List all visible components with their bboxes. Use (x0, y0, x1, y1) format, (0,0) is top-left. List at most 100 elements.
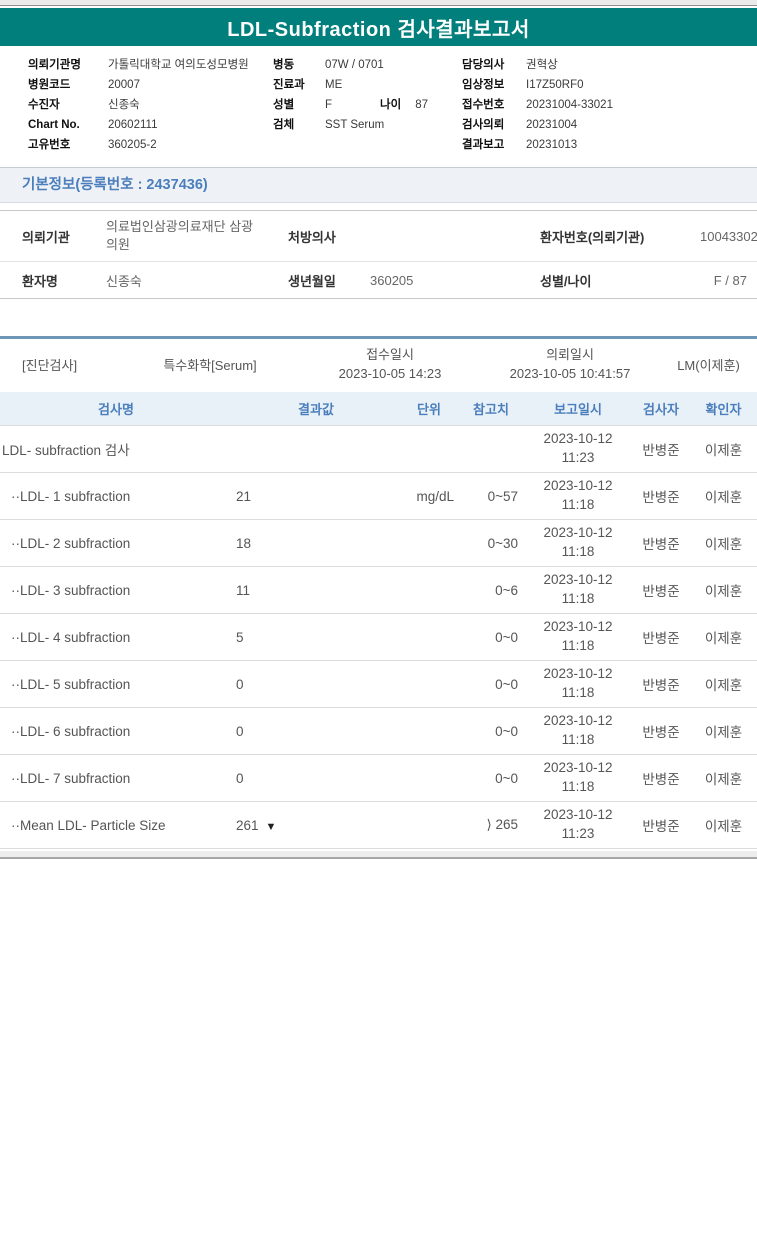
field-label: 성별/나이 (540, 273, 592, 289)
result-value-cell: 5 (232, 630, 400, 645)
test-name: ··LDL- 6 subfraction (11, 723, 131, 739)
column-header-report-date: 보고일시 (554, 402, 602, 417)
result-row: ··Mean LDL- Particle Size 261 ▼ ⟩ 265 202… (0, 802, 757, 849)
field-label: 병동 (273, 59, 295, 71)
field-label: 임상정보 (462, 79, 505, 91)
tester-name: 반병준 (642, 631, 680, 646)
report-date: 2023-10-12 (543, 572, 613, 588)
result-value-cell: 0 (232, 724, 400, 739)
result-row: LDL- subfraction 검사 2023-10-12 11:23 반병준… (0, 426, 757, 473)
field-value: 의료법인삼광의료재단 삼광의원 (106, 219, 254, 252)
patient-header-left-column: 의뢰기관명 가톨릭대학교 여의도성모병원 병원코드 20007 수진자 신종숙 Chart … (28, 55, 249, 155)
patient-header-field: 임상정보 I17Z50RF0 (462, 75, 613, 95)
field-label: 의뢰기관명 (28, 59, 81, 71)
reference-range: 0~57 (487, 488, 518, 504)
test-name: ··LDL- 5 subfraction (11, 676, 131, 692)
tester-name: 반병준 (642, 678, 680, 693)
verifier-name: 이제훈 (704, 631, 743, 646)
results-table-body: LDL- subfraction 검사 2023-10-12 11:23 반병준… (0, 426, 757, 849)
report-time: 11:18 (561, 591, 595, 606)
report-date: 2023-10-12 (543, 713, 613, 729)
result-value: 5 (236, 629, 244, 645)
patient-header-field: 고유번호 360205-2 (28, 135, 249, 155)
report-datetime: 2023-10-12 11:23 (524, 806, 632, 844)
field-value: 신종숙 (108, 99, 140, 111)
reference-range: 0~0 (495, 723, 518, 739)
field-label: 검사의뢰 (462, 119, 505, 131)
reference-range: ⟩ 265 (486, 817, 518, 832)
field-value: SST Serum (325, 119, 385, 131)
tester-name: 반병준 (642, 819, 680, 834)
column-header-result: 결과값 (298, 402, 334, 417)
requested-datetime-block: 의뢰일시 2023-10-05 10:41:57 (480, 345, 660, 384)
requested-label: 의뢰일시 (546, 346, 594, 362)
column-header-verifier: 확인자 (705, 402, 742, 417)
tester-name: 반병준 (642, 772, 680, 787)
result-value: 0 (236, 723, 244, 739)
result-value: 0 (236, 770, 244, 786)
result-value: 11 (236, 582, 251, 598)
verifier-name: 이제훈 (704, 584, 743, 599)
field-label: 생년월일 (288, 273, 336, 289)
report-date: 2023-10-12 (543, 431, 613, 447)
tester-name: 반병준 (642, 584, 680, 599)
field-value: 20231013 (526, 139, 578, 151)
tester-name: 반병준 (642, 725, 680, 740)
report-page: LDL-Subfraction 검사결과보고서 의뢰기관명 가톨릭대학교 여의도성… (0, 0, 757, 1240)
result-row: ··LDL- 1 subfraction 21 mg/dL 0~57 2023-… (0, 473, 757, 520)
field-label: 환자명 (22, 273, 58, 289)
test-name: LDL- subfraction 검사 (2, 443, 130, 458)
field-value: 360205 (370, 272, 414, 288)
report-time: 11:18 (561, 497, 595, 512)
report-datetime: 2023-10-12 11:18 (524, 477, 632, 515)
field-label: 수진자 (28, 99, 60, 111)
field-value: 100433021 (700, 228, 757, 244)
report-title: LDL-Subfraction 검사결과보고서 (227, 18, 530, 41)
verifier-name: 이제훈 (704, 819, 743, 834)
field-value: 20231004-33021 (526, 99, 613, 111)
field-value: 07W / 0701 (325, 59, 384, 71)
result-row: ··LDL- 5 subfraction 0 0~0 2023-10-12 11… (0, 661, 757, 708)
result-value-cell (232, 442, 400, 457)
result-row: ··LDL- 4 subfraction 5 0~0 2023-10-12 11… (0, 614, 757, 661)
field-label: Chart No. (28, 119, 80, 131)
test-name: ··LDL- 1 subfraction (11, 488, 131, 504)
field-label: 담당의사 (462, 59, 505, 71)
patient-header-field: 검체 SST Serum (273, 115, 428, 135)
report-time: 11:18 (561, 779, 595, 794)
patient-header-field: Chart No. 20602111 (28, 115, 249, 135)
tester-name: 반병준 (642, 443, 680, 458)
field-value: 87 (415, 99, 428, 111)
received-datetime-block: 접수일시 2023-10-05 14:23 (300, 345, 480, 384)
patient-header-field: 검사의뢰 20231004 (462, 115, 613, 135)
reference-range: 0~0 (495, 629, 518, 645)
field-value: F / 87 (713, 272, 747, 288)
report-date: 2023-10-12 (543, 666, 613, 682)
report-time: 11:23 (561, 450, 595, 465)
field-label: 처방의사 (288, 229, 336, 245)
report-date: 2023-10-12 (543, 478, 613, 494)
field-value: 20602111 (108, 119, 158, 131)
reference-range: 0~0 (495, 770, 518, 786)
report-datetime: 2023-10-12 11:18 (524, 712, 632, 750)
test-name: ··LDL- 3 subfraction (11, 582, 131, 598)
report-datetime: 2023-10-12 11:18 (524, 571, 632, 609)
test-name: ··LDL- 7 subfraction (11, 770, 131, 786)
field-value: 가톨릭대학교 여의도성모병원 (108, 59, 249, 71)
top-window-strip (0, 0, 757, 6)
field-label: 접수번호 (462, 99, 505, 111)
patient-header-middle-column: 병동 07W / 0701 진료과 ME 성별 F 나이 87 검체 SST Serum (273, 55, 428, 135)
patient-header-right-column: 담당의사 권혁상 임상정보 I17Z50RF0 접수번호 20231004-33021 검사… (462, 55, 613, 155)
report-datetime: 2023-10-12 11:18 (524, 524, 632, 562)
field-label: 의뢰기관 (22, 229, 70, 245)
received-value: 2023-10-05 14:23 (338, 366, 442, 381)
order-category: 특수화학[Serum] (163, 357, 257, 373)
verifier-name: 이제훈 (704, 443, 743, 458)
patient-header-field: 병동 07W / 0701 (273, 55, 428, 75)
field-label: 성별 (273, 99, 295, 111)
patient-header-field: 결과보고 20231013 (462, 135, 613, 155)
result-value-cell: 0 (232, 771, 400, 786)
field-value: 20007 (108, 79, 140, 91)
patient-header-field: 성별 F 나이 87 (273, 95, 428, 115)
unit: mg/dL (416, 488, 454, 504)
